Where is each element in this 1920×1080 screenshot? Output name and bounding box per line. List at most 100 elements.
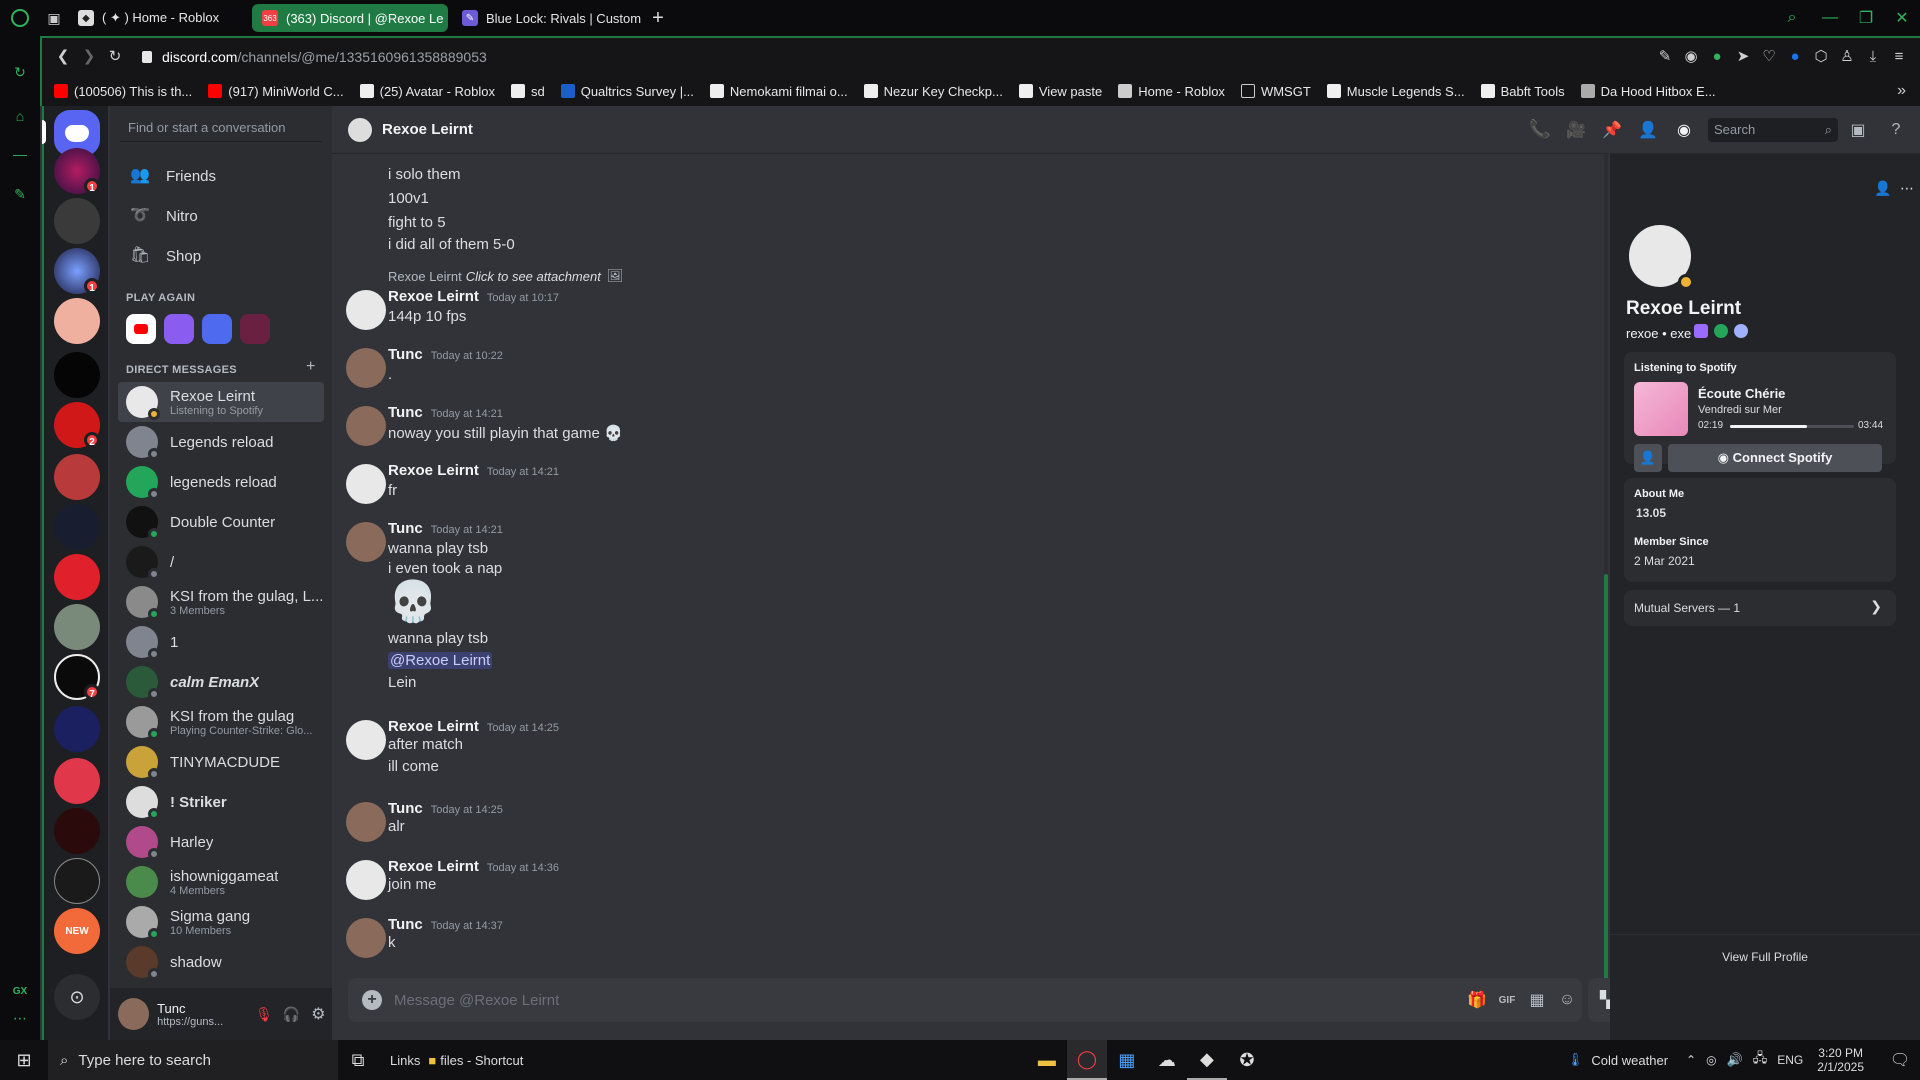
dm-item[interactable]: TINYMACDUDE — [118, 742, 324, 782]
workspaces-icon[interactable]: ▣ — [40, 10, 68, 27]
weather-widget[interactable]: 🌡 Cold weather — [1567, 1052, 1668, 1068]
avatar[interactable] — [346, 348, 386, 388]
help-icon[interactable]: ? — [1878, 121, 1914, 139]
add-friends-icon[interactable]: 👤 — [1630, 120, 1666, 140]
bookmark[interactable]: (100506) This is th... — [54, 84, 192, 99]
bookmark[interactable]: (917) MiniWorld C... — [208, 84, 344, 99]
pin-icon[interactable]: 📌 — [1594, 120, 1630, 140]
volume-icon[interactable]: 🔊 — [1727, 1052, 1743, 1068]
message-author[interactable]: Rexoe Leirnt — [388, 718, 479, 735]
bookmark[interactable]: Nezur Key Checkp... — [863, 84, 1003, 99]
mention[interactable]: @Rexoe Leirnt — [388, 652, 493, 669]
reload-icon[interactable]: ↻ — [104, 46, 126, 68]
server-icon[interactable] — [54, 758, 100, 804]
game-icon[interactable] — [202, 314, 232, 344]
reply-preview[interactable]: Rexoe Leirnt Click to see attachment 🖼 — [388, 268, 623, 284]
avatar[interactable] — [346, 406, 386, 446]
bookmark[interactable]: Qualtrics Survey |... — [560, 84, 694, 99]
profile-toggle-icon[interactable]: ◉ — [1666, 120, 1702, 140]
search-tabs-icon[interactable]: ⌕ — [1772, 9, 1812, 27]
language-indicator[interactable]: ENG — [1777, 1053, 1803, 1067]
opera-logo-icon[interactable] — [0, 0, 40, 36]
dm-search-input[interactable]: Find or start a conversation — [120, 114, 322, 142]
avatar[interactable] — [118, 998, 150, 1030]
dm-item[interactable]: KSI from the gulag Playing Counter-Strike… — [118, 702, 324, 742]
store-icon[interactable]: ▦ — [1107, 1040, 1147, 1080]
emoji-icon[interactable]: ☺ — [1552, 991, 1582, 1009]
server-icon[interactable] — [54, 352, 100, 398]
bookmark[interactable]: Home - Roblox — [1118, 84, 1225, 99]
message-author[interactable]: Rexoe Leirnt — [388, 288, 479, 305]
message-input[interactable]: Message @Rexoe Leirnt — [394, 992, 1462, 1009]
dm-item[interactable]: Harley — [118, 822, 324, 862]
dm-item[interactable]: Double Counter — [118, 502, 324, 542]
create-dm-button[interactable]: + — [306, 358, 315, 376]
game-icon[interactable] — [240, 314, 270, 344]
minimize-button[interactable]: — — [1812, 9, 1848, 27]
extension-icon[interactable]: ● — [1784, 46, 1806, 68]
forward-icon[interactable]: ❯ — [78, 46, 100, 68]
upload-icon[interactable]: + — [362, 990, 382, 1010]
tray-icon[interactable]: ◎ — [1706, 1053, 1716, 1067]
view-full-profile-link[interactable]: View Full Profile — [1610, 930, 1920, 964]
windows-start-icon[interactable]: ⊞ — [0, 1040, 48, 1080]
bookmark[interactable]: Da Hood Hitbox E... — [1580, 84, 1716, 99]
dm-item[interactable]: legeneds reload — [118, 462, 324, 502]
avatar[interactable] — [346, 860, 386, 900]
heart-icon[interactable]: ♡ — [1758, 46, 1780, 68]
server-icon[interactable] — [54, 808, 100, 854]
dm-item[interactable]: shadow — [118, 942, 324, 982]
edit-page-icon[interactable]: ✎ — [1654, 46, 1676, 68]
chat-scrollbar[interactable] — [1604, 154, 1608, 980]
bookmark[interactable]: Babft Tools — [1480, 84, 1565, 99]
gif-button[interactable]: GIF — [1492, 995, 1522, 1006]
dm-item[interactable]: calm EmanX — [118, 662, 324, 702]
invite-listen-button[interactable]: 👤 — [1634, 444, 1662, 472]
message-author[interactable]: Tunc — [388, 520, 423, 537]
avatar[interactable] — [346, 918, 386, 958]
dm-item[interactable]: 1 — [118, 622, 324, 662]
links-toolbar[interactable]: Links — [390, 1053, 420, 1068]
opera-gx-icon[interactable]: ◯ — [1066, 1040, 1107, 1080]
more-bookmarks-icon[interactable]: » — [1897, 82, 1906, 100]
shop-icon[interactable]: ⌂ — [12, 108, 28, 124]
files-shortcut[interactable]: ■ files - Shortcut — [428, 1053, 523, 1068]
server-icon[interactable] — [54, 706, 100, 752]
message-author[interactable]: Rexoe Leirnt — [388, 858, 479, 875]
server-icon[interactable]: NEW — [54, 908, 100, 954]
refresh-icon[interactable]: ↻ — [12, 64, 28, 80]
bookmark[interactable]: View paste — [1018, 84, 1102, 99]
message-author[interactable]: Tunc — [388, 916, 423, 933]
discover-button[interactable]: ⊙ — [54, 974, 100, 1020]
settings-icon[interactable]: ⚙ — [305, 1004, 332, 1024]
server-icon[interactable] — [54, 858, 100, 904]
bookmark[interactable]: (25) Avatar - Roblox — [359, 84, 495, 99]
message-author[interactable]: Tunc — [388, 346, 423, 363]
network-icon[interactable]: 🖧 — [1753, 1049, 1768, 1071]
edit-icon[interactable]: ✎ — [12, 186, 28, 202]
camera-icon[interactable]: ◉ — [1680, 46, 1702, 68]
avatar[interactable] — [346, 522, 386, 562]
mute-icon[interactable]: 🎙 — [250, 1006, 277, 1023]
profile-icon[interactable]: ♙ — [1836, 46, 1858, 68]
sticker-icon[interactable]: ▦ — [1522, 990, 1552, 1010]
server-icon[interactable] — [54, 554, 100, 600]
song-title[interactable]: Écoute Chérie — [1698, 386, 1785, 401]
song-artist[interactable]: Vendredi sur Mer — [1698, 404, 1782, 416]
game-youtube-icon[interactable] — [126, 314, 156, 344]
message-author[interactable]: Tunc — [388, 800, 423, 817]
dm-item[interactable]: Legends reload — [118, 422, 324, 462]
app-icon[interactable]: ☁ — [1147, 1040, 1187, 1080]
bookmark[interactable]: Nemokami filmai o... — [709, 84, 848, 99]
nav-shop[interactable]: 🛍 Shop — [118, 236, 324, 276]
tab-roblox-home[interactable]: ◆ ( ✦ ) Home - Roblox — [68, 4, 248, 32]
tab-blue-lock[interactable]: ✎ Blue Lock: Rivals | Custom — [452, 4, 642, 32]
more-icon[interactable]: ⋯ — [12, 1010, 28, 1026]
download-icon[interactable]: ⤓ — [1862, 46, 1884, 68]
tab-discord[interactable]: 363 (363) Discord | @Rexoe Le — [252, 4, 448, 32]
cube-icon[interactable]: ⬡ — [1810, 46, 1832, 68]
menu-icon[interactable]: ≡ — [1888, 46, 1910, 68]
mutual-servers-row[interactable]: Mutual Servers — 1 ❯ — [1624, 590, 1896, 626]
gift-icon[interactable]: 🎁 — [1462, 990, 1492, 1010]
file-explorer-icon[interactable]: ▬ — [1027, 1040, 1067, 1080]
